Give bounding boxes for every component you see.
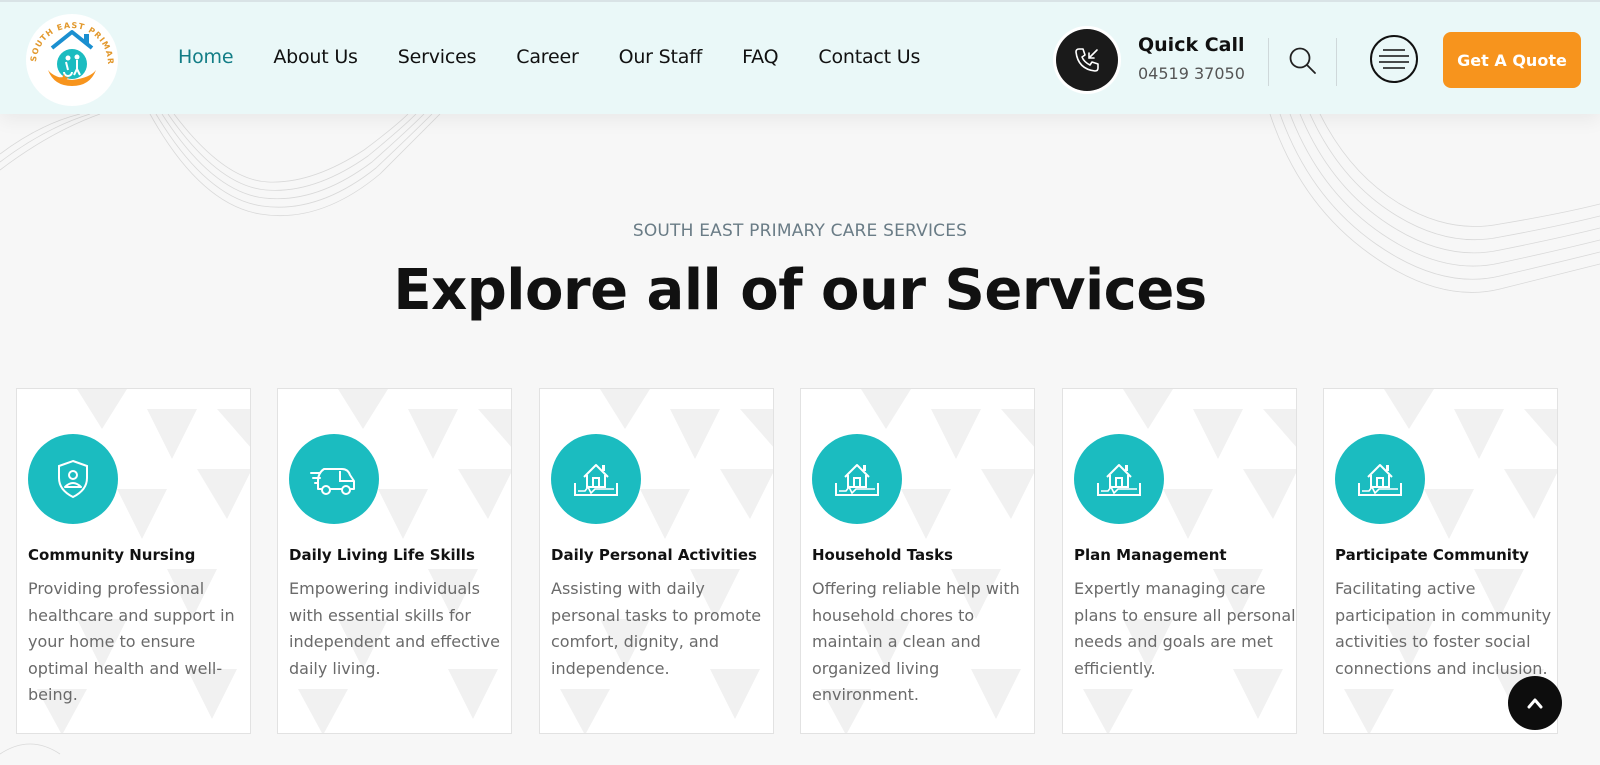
company-logo[interactable]: SOUTH EAST PRIMARY CARE PTY LTD (24, 12, 120, 108)
header-divider (1268, 38, 1269, 86)
quick-call-title: Quick Call (1138, 34, 1245, 56)
nav-faq[interactable]: FAQ (742, 46, 778, 68)
nav-our-staff[interactable]: Our Staff (619, 46, 703, 68)
services-grid: Community Nursing Providing professional… (16, 388, 1586, 734)
main-navigation: Home About Us Services Career Our Staff … (178, 46, 960, 68)
service-description: Providing professional healthcare and su… (28, 579, 235, 704)
menu-button[interactable] (1370, 35, 1418, 83)
service-description: Assisting with daily personal tasks to p… (551, 579, 762, 678)
service-title: Participate Community (1335, 546, 1529, 564)
section-eyebrow: SOUTH EAST PRIMARY CARE SERVICES (632, 221, 968, 241)
search-button[interactable] (1286, 44, 1320, 78)
hamburger-menu-icon (1379, 49, 1409, 69)
section-title: Explore all of our Services (393, 258, 1207, 323)
service-card-household-tasks[interactable]: Household Tasks Offering reliable help w… (800, 388, 1035, 734)
get-a-quote-button[interactable]: Get A Quote (1443, 32, 1581, 88)
quick-call-button[interactable] (1056, 29, 1118, 91)
service-card-daily-living-life-skills[interactable]: Daily Living Life Skills Empowering indi… (277, 388, 512, 734)
service-card-plan-management[interactable]: Plan Management Expertly managing care p… (1062, 388, 1297, 734)
service-card-daily-personal-activities[interactable]: Daily Personal Activities Assisting with… (539, 388, 774, 734)
house-icon (1335, 434, 1425, 524)
service-title: Household Tasks (812, 546, 953, 564)
nav-services[interactable]: Services (398, 46, 477, 68)
header-divider (1336, 38, 1337, 86)
scroll-to-top-button[interactable] (1508, 676, 1562, 730)
service-title: Daily Living Life Skills (289, 546, 475, 564)
nav-career[interactable]: Career (516, 46, 578, 68)
search-icon (1289, 47, 1316, 74)
nav-about-us[interactable]: About Us (273, 46, 358, 68)
quick-call-number[interactable]: 04519 37050 (1138, 64, 1245, 83)
chevron-up-icon (1527, 698, 1543, 709)
delivery-van-icon (289, 434, 379, 524)
house-icon (551, 434, 641, 524)
service-title: Community Nursing (28, 546, 196, 564)
nav-home[interactable]: Home (178, 46, 234, 68)
service-description: Empowering individuals with essential sk… (289, 579, 500, 678)
house-icon (812, 434, 902, 524)
nav-contact-us[interactable]: Contact Us (818, 46, 920, 68)
service-title: Plan Management (1074, 546, 1227, 564)
phone-incoming-icon (1075, 48, 1099, 72)
site-header: SOUTH EAST PRIMARY CARE PTY LTD Home Abo… (0, 0, 1600, 114)
service-description: Expertly managing care plans to ensure a… (1074, 579, 1296, 678)
house-icon (1074, 434, 1164, 524)
shield-user-icon (28, 434, 118, 524)
service-description: Facilitating active participation in com… (1335, 579, 1552, 678)
service-title: Daily Personal Activities (551, 546, 757, 564)
service-card-community-nursing[interactable]: Community Nursing Providing professional… (16, 388, 251, 734)
service-description: Offering reliable help with household ch… (812, 579, 1020, 704)
